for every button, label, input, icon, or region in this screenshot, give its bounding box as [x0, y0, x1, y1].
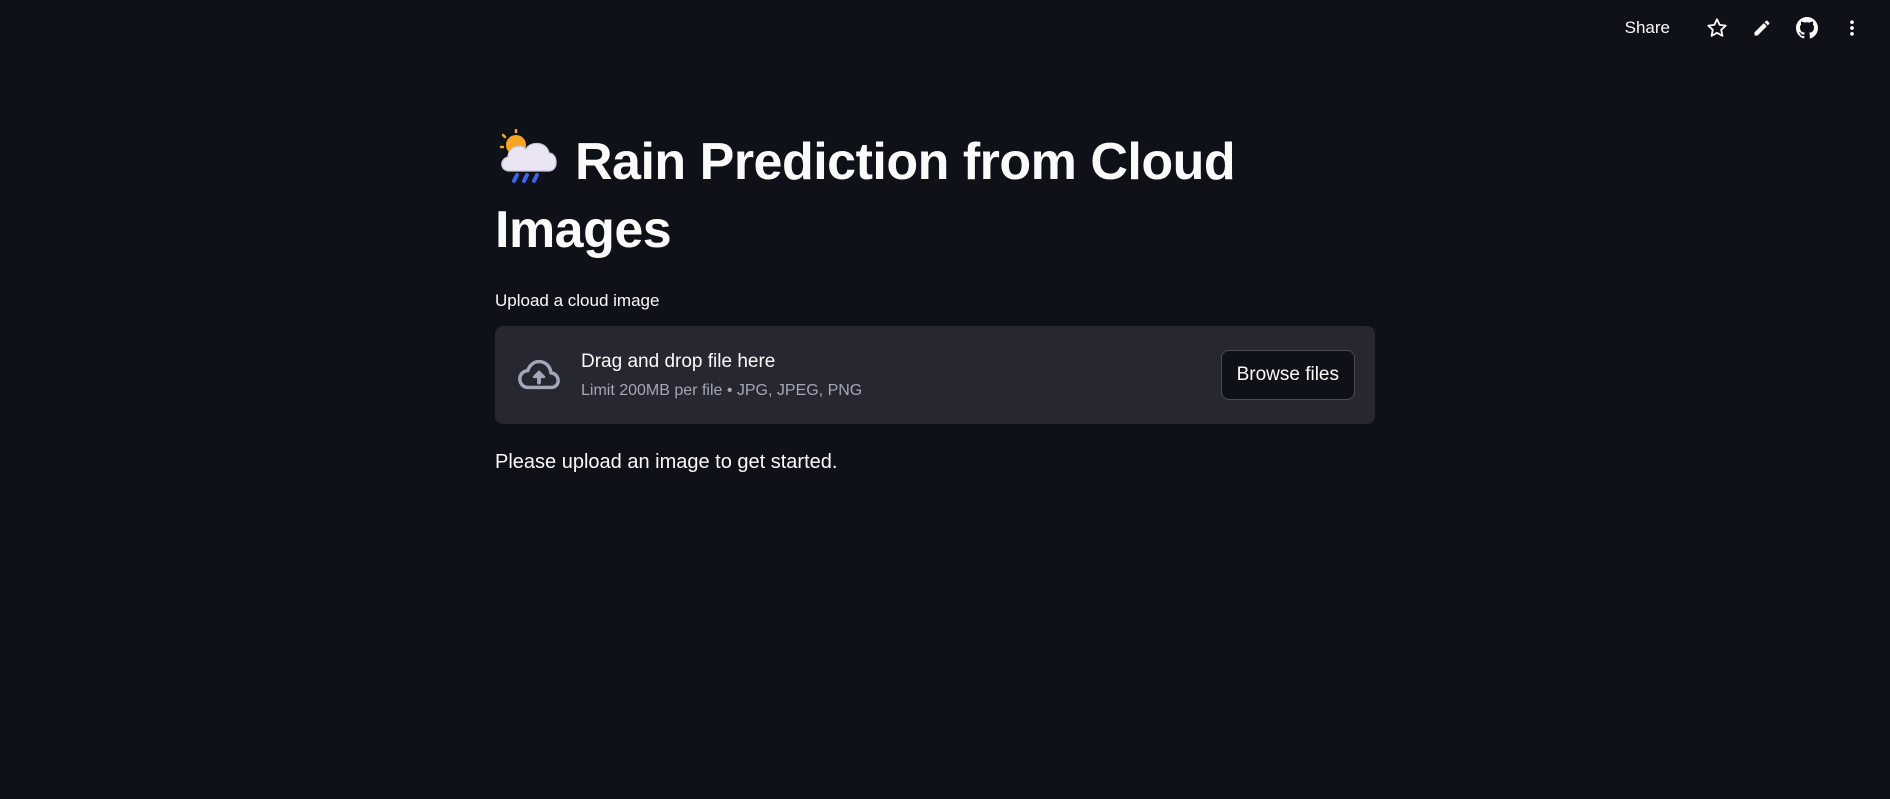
- file-dropzone[interactable]: Drag and drop file here Limit 200MB per …: [495, 326, 1375, 424]
- more-vertical-icon[interactable]: [1838, 14, 1866, 42]
- dropzone-instructions: Drag and drop file here Limit 200MB per …: [581, 349, 862, 402]
- pencil-icon[interactable]: [1748, 14, 1776, 42]
- main-content: Rain Prediction from Cloud Images Upload…: [495, 128, 1375, 476]
- page-title: Rain Prediction from Cloud Images: [495, 128, 1375, 264]
- uploader-label: Upload a cloud image: [495, 291, 660, 310]
- cloud-with-rain-emoji-icon: [499, 129, 557, 183]
- status-message: Please upload an image to get started.: [495, 451, 838, 473]
- star-icon[interactable]: [1703, 14, 1731, 42]
- github-icon[interactable]: [1793, 14, 1821, 42]
- page-title-text: Rain Prediction from Cloud Images: [495, 133, 1236, 259]
- cloud-upload-icon: [515, 351, 563, 399]
- dropzone-title: Drag and drop file here: [581, 350, 776, 372]
- top-toolbar: Share: [1615, 14, 1866, 42]
- app-root: Share Rain Prediction from Cloud Images …: [0, 0, 1890, 799]
- share-button[interactable]: Share: [1615, 14, 1680, 42]
- dropzone-limit-text: Limit 200MB per file • JPG, JPEG, PNG: [581, 381, 863, 399]
- browse-files-button[interactable]: Browse files: [1220, 350, 1355, 400]
